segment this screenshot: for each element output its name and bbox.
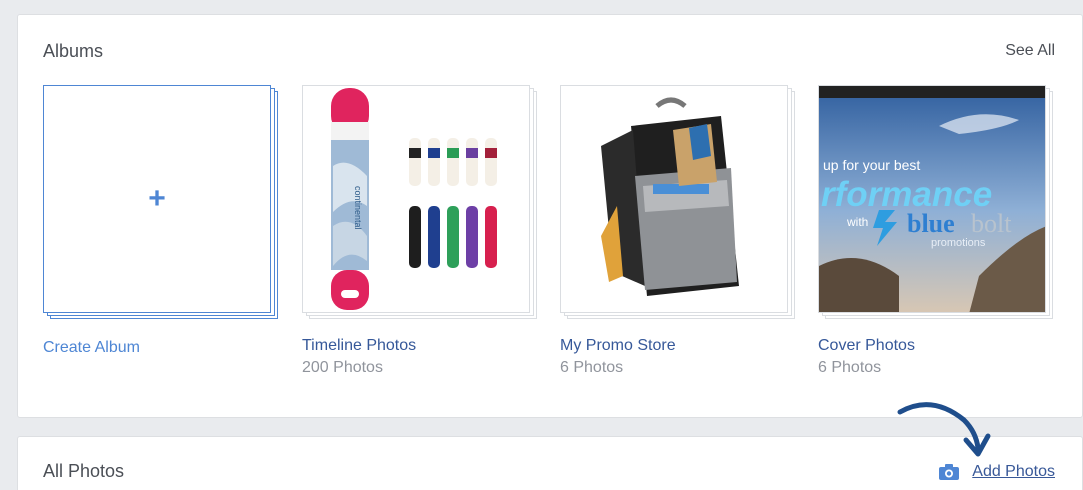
bottles-image: continental xyxy=(331,88,497,310)
camera-icon xyxy=(939,464,960,480)
album-thumbnail[interactable] xyxy=(560,85,788,313)
create-album-thumb[interactable]: + xyxy=(43,85,271,313)
cover-banner-image: up for your best rformance with blue bol… xyxy=(819,86,1045,312)
album-thumbnail[interactable]: continental xyxy=(302,85,530,313)
svg-text:up for your best: up for your best xyxy=(823,157,920,173)
album-name[interactable]: Timeline Photos xyxy=(302,337,416,355)
albums-title: Albums xyxy=(43,41,104,61)
add-photos-label[interactable]: Add Photos xyxy=(972,463,1055,481)
album-count: 6 Photos xyxy=(818,359,882,376)
album-timeline-photos[interactable]: continental Timeline Photos 200 Photos xyxy=(302,85,538,376)
album-count: 200 Photos xyxy=(302,359,383,376)
add-photos-button[interactable]: Add Photos xyxy=(939,463,1055,481)
album-my-promo-store[interactable]: My Promo Store 6 Photos xyxy=(560,85,796,376)
all-photos-title: All Photos xyxy=(43,461,125,481)
album-thumbnail[interactable]: up for your best rformance with blue bol… xyxy=(818,85,1046,313)
backpack-image xyxy=(601,97,739,296)
create-album-label[interactable]: Create Album xyxy=(43,339,140,357)
svg-text:bolt: bolt xyxy=(971,209,1012,238)
svg-text:continental: continental xyxy=(353,186,363,230)
album-cover-photos[interactable]: up for your best rformance with blue bol… xyxy=(818,85,1054,376)
album-name[interactable]: Cover Photos xyxy=(818,337,915,355)
album-name[interactable]: My Promo Store xyxy=(560,337,676,355)
curved-arrow-annotation xyxy=(897,402,991,457)
plus-icon: + xyxy=(148,182,166,215)
see-all-link[interactable]: See All xyxy=(1005,42,1055,60)
svg-text:blue: blue xyxy=(907,209,955,238)
svg-text:with: with xyxy=(846,215,868,229)
album-count: 6 Photos xyxy=(560,359,624,376)
svg-text:promotions: promotions xyxy=(931,237,986,249)
albums-card: Albums See All + Create Album continenta… xyxy=(17,14,1083,418)
create-album-tile[interactable]: + Create Album xyxy=(43,85,279,356)
